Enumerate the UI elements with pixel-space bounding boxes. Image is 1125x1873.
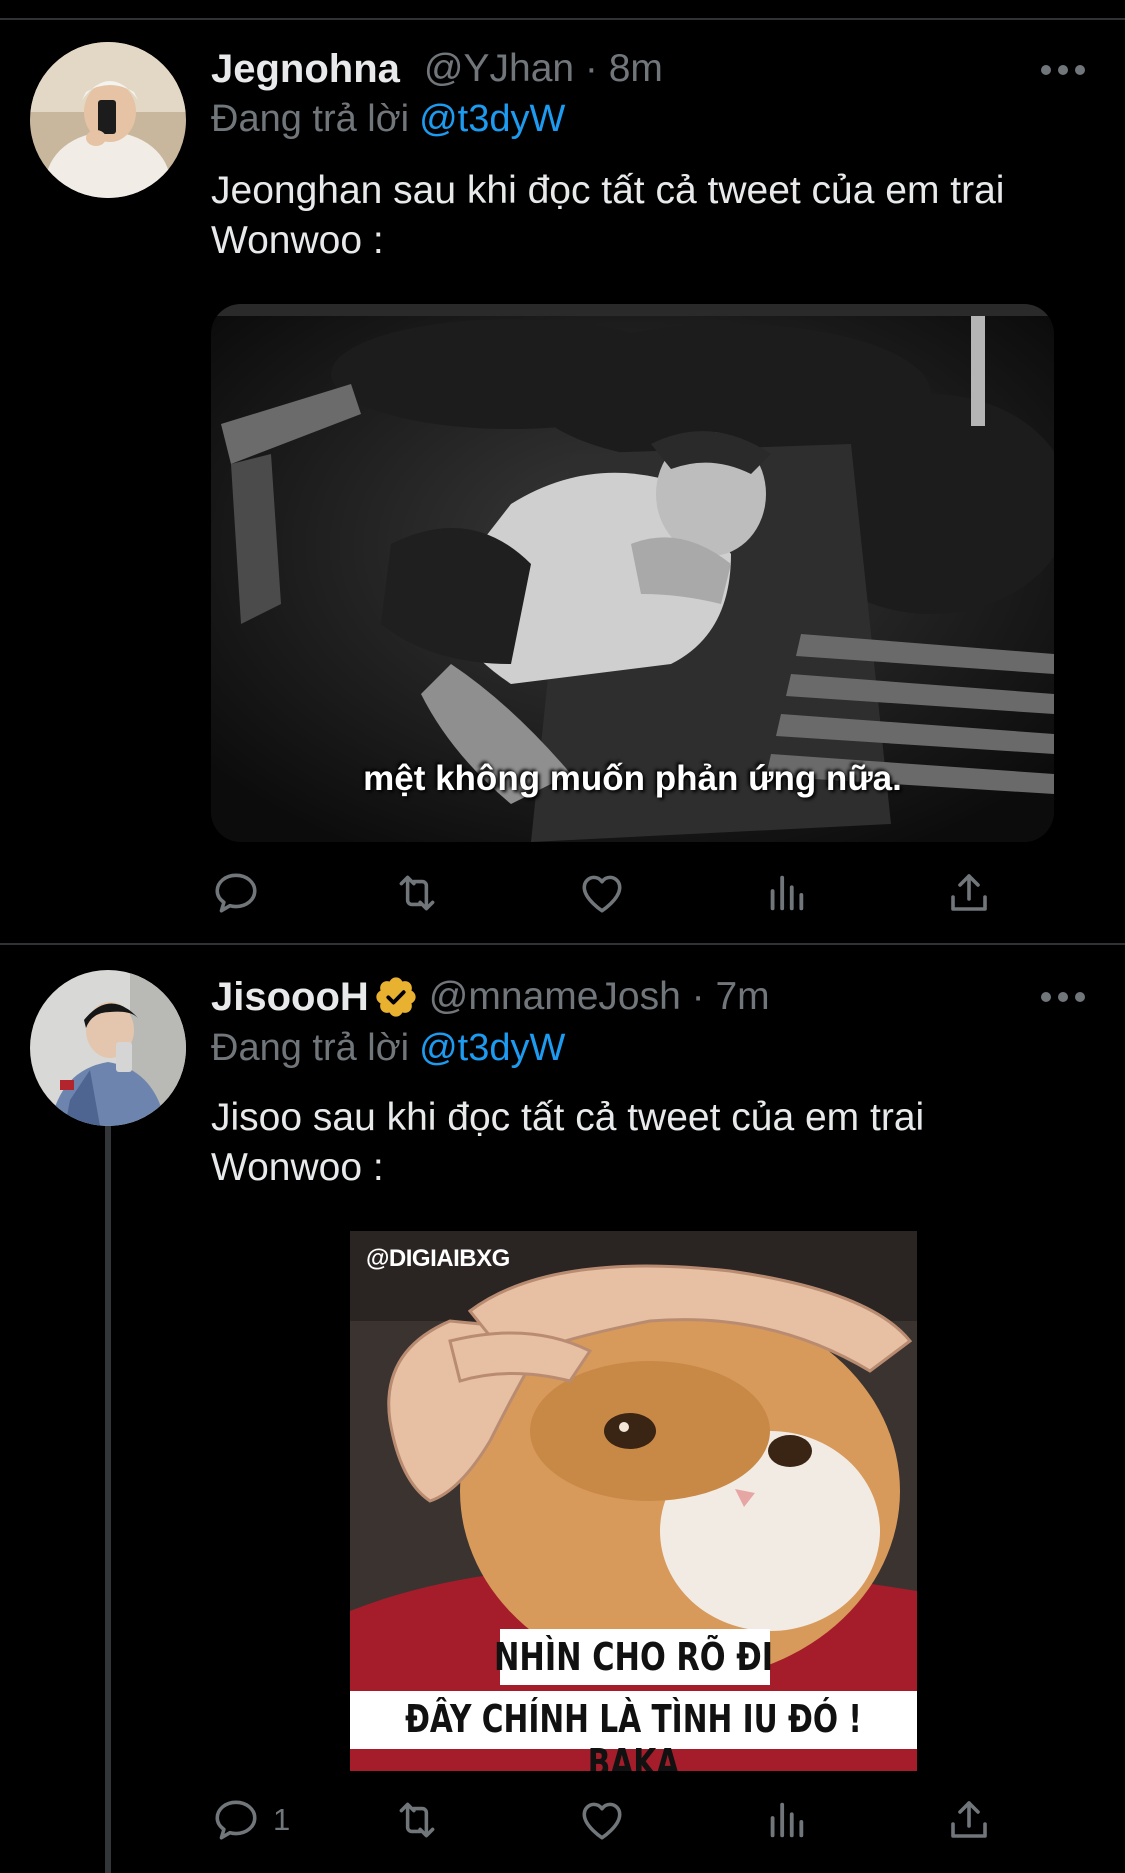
replying-label: Đang trả lời	[211, 98, 410, 140]
verified-badge-icon	[376, 977, 416, 1017]
display-name[interactable]: Jegnohna	[211, 47, 400, 92]
reply-button[interactable]	[211, 866, 273, 920]
mention-link[interactable]: @t3dyW	[419, 98, 565, 140]
like-icon	[582, 1802, 622, 1840]
mention-link[interactable]: @t3dyW	[419, 1027, 565, 1069]
tweet-text: Jisoo sau khi đọc tất cả tweet của em tr…	[211, 1096, 925, 1189]
tweet-2[interactable]: JisoooH @mnameJosh · 7m Đang trả lời @t3d…	[0, 945, 1125, 1873]
share-icon	[951, 874, 987, 911]
media-caption-line-2: ĐÂY CHÍNH LÀ TÌNH IU ĐÓ ! BAKA	[405, 1697, 862, 1771]
analytics-button[interactable]	[763, 1793, 821, 1847]
action-bar	[211, 866, 1011, 920]
handle-and-time[interactable]: @mnameJosh · 7m	[429, 975, 770, 1019]
reply-button[interactable]: 1	[211, 1793, 290, 1847]
analytics-icon	[770, 1802, 804, 1838]
retweet-icon	[399, 1802, 435, 1838]
cat-meme-image	[350, 1231, 917, 1771]
analytics-button[interactable]	[763, 866, 821, 920]
replying-to: Đang trả lời @t3dyW	[211, 98, 565, 141]
reply-icon	[215, 873, 257, 913]
thread-line	[105, 1123, 111, 1873]
retweet-button[interactable]	[391, 866, 455, 920]
like-button[interactable]	[577, 866, 639, 920]
replying-to: Đang trả lời @t3dyW	[211, 1027, 565, 1070]
action-bar: 1	[211, 1793, 1011, 1847]
more-options-icon[interactable]	[1041, 987, 1085, 1007]
tweet-1[interactable]: Jegnohna @YJhan · 8m Đang trả lời @t3dyW …	[0, 0, 1125, 940]
reply-count: 1	[273, 1802, 291, 1837]
retweet-button[interactable]	[391, 1793, 455, 1847]
retweet-icon	[399, 875, 435, 911]
tweet-header: JisoooH @mnameJosh · 7m	[211, 973, 770, 1021]
like-icon	[582, 875, 622, 913]
media-caption: mệt không muốn phản ứng nữa.	[363, 759, 902, 798]
avatar[interactable]	[30, 970, 186, 1126]
media-caption-line-1: NHÌN CHO RÕ ĐI	[493, 1635, 774, 1679]
handle-and-time[interactable]: @YJhan · 8m	[424, 47, 663, 91]
media-watermark: @DIGIAIBXG	[366, 1245, 510, 1272]
share-button[interactable]	[945, 866, 993, 920]
like-button[interactable]	[577, 1793, 639, 1847]
share-button[interactable]	[945, 1793, 993, 1847]
analytics-icon	[770, 875, 804, 911]
avatar[interactable]	[30, 42, 186, 198]
replying-label: Đang trả lời	[211, 1027, 410, 1069]
tweet-header: Jegnohna @YJhan · 8m	[211, 45, 663, 93]
tweet-text: Jeonghan sau khi đọc tất cả tweet của em…	[211, 169, 1005, 262]
share-icon	[951, 1801, 987, 1838]
tweet-media[interactable]: @DIGIAIBXG NHÌN CHO RÕ ĐI ĐÂY CHÍNH LÀ T…	[350, 1231, 917, 1771]
display-name[interactable]: JisoooH	[211, 975, 369, 1020]
reply-icon	[215, 1800, 257, 1840]
tweet-media[interactable]: mệt không muốn phản ứng nữa.	[211, 304, 1054, 842]
more-options-icon[interactable]	[1041, 60, 1085, 80]
